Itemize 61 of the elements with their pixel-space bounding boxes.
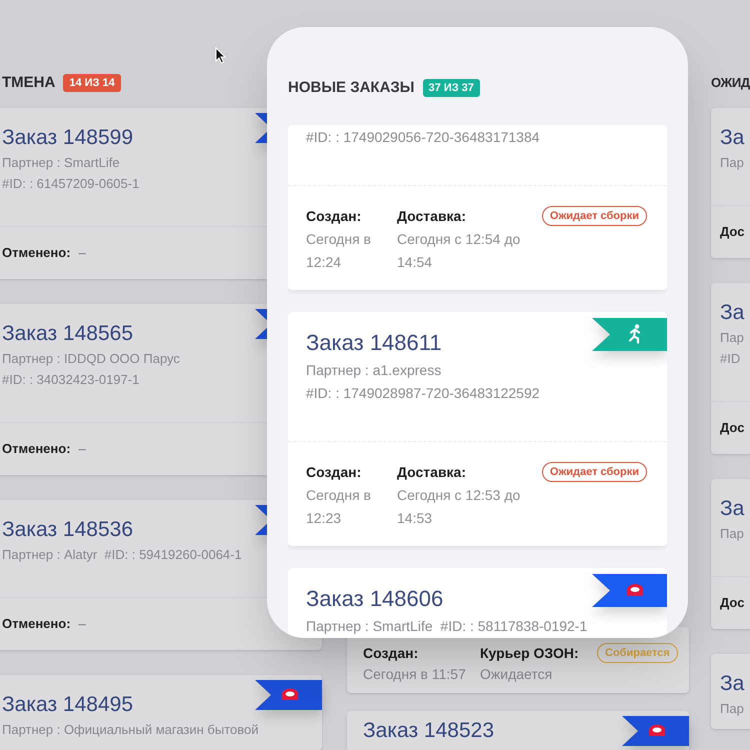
order-title: За <box>720 496 744 522</box>
status-badge: Ожидает сборки <box>542 206 647 226</box>
order-meta: Партнер : Alatyr #ID: : 59419260-0064-1 <box>2 546 243 564</box>
order-card[interactable]: Заказ 148495 Партнер : Официальный магазин бытовой <box>0 675 322 750</box>
running-person-icon <box>628 324 640 344</box>
status-badge: Собирается <box>597 643 678 663</box>
order-title: За <box>720 300 744 326</box>
disc-icon <box>627 584 643 596</box>
order-meta: #ID: : 34032423-0197-1 <box>2 371 140 389</box>
order-card[interactable]: За Пар #ID Дос <box>711 283 750 454</box>
field-value: Сегодня с 12:54 до 14:54 <box>397 230 522 272</box>
disc-icon <box>282 688 298 700</box>
field-label: Дос <box>720 223 744 242</box>
order-card[interactable]: За Пар Дос <box>711 108 750 258</box>
order-meta: Пар <box>720 700 745 718</box>
column-title: ТМЕНА <box>2 72 56 93</box>
status-badge: Ожидает сборки <box>542 462 647 482</box>
field-value: Ожидается <box>480 665 554 684</box>
field-label: Отменено: <box>2 440 71 458</box>
field-label: Дос <box>720 419 744 438</box>
field-label: Дос <box>720 594 744 612</box>
order-meta: #ID: : 61457209-0605-1 <box>2 175 140 193</box>
field-value: Сегодня в 11:57 <box>363 665 467 684</box>
order-meta: Партнер : Официальный магазин бытовой <box>2 721 260 739</box>
order-card[interactable]: Заказ 148606 Партнер : SmartLife #ID: : 58117838-0192-1 <box>288 568 667 638</box>
field-label: Доставка: <box>397 207 468 226</box>
order-meta: #ID <box>720 350 742 368</box>
column-title: ОЖИД <box>711 74 750 92</box>
count-badge: 37 ИЗ 37 <box>422 79 480 97</box>
field-label: Доставка: <box>397 463 468 482</box>
ribbon-flag <box>622 716 689 746</box>
field-value: – <box>78 615 86 634</box>
order-title: Заказ 148599 <box>2 125 133 151</box>
order-meta: Пар <box>720 154 745 172</box>
order-meta: Партнер : IDDQD ООО Парус <box>2 350 181 368</box>
column-title: НОВЫЕ ЗАКАЗЫ <box>288 78 414 98</box>
ribbon-flag <box>255 680 322 710</box>
order-title: Заказ 148565 <box>2 321 133 347</box>
order-title: Заказ 148523 <box>363 718 494 744</box>
field-value: – <box>78 244 86 262</box>
field-value: – <box>78 440 86 458</box>
order-title: Заказ 148536 <box>2 517 133 543</box>
mouse-cursor-icon <box>215 47 226 64</box>
field-label: Создан: <box>363 644 420 663</box>
field-label: Отменено: <box>2 615 71 634</box>
order-meta: Пар <box>720 329 745 347</box>
order-meta: Пар <box>720 525 745 543</box>
disc-icon <box>649 724 665 736</box>
count-badge: 14 ИЗ 14 <box>63 74 121 92</box>
order-card[interactable]: #ID: : 1749029056-720-36483171384 Создан: Сегодня в 12:24 Доставка: Сегодня с 12:54 до 14:54 Ожидает сборки <box>288 125 667 290</box>
order-card[interactable]: За Пар <box>711 654 750 729</box>
order-title: За <box>720 125 744 151</box>
order-meta: Партнер : SmartLife <box>2 154 121 172</box>
order-title: За <box>720 671 744 697</box>
field-value: Сегодня с 12:53 до 14:53 <box>397 486 522 528</box>
field-label: Отменено: <box>2 244 71 262</box>
order-card[interactable]: За Пар Дос <box>711 479 750 629</box>
order-title: Заказ 148495 <box>2 692 133 718</box>
field-label: Курьер ОЗОН: <box>480 644 580 663</box>
order-card[interactable]: Заказ 148523 <box>347 711 689 750</box>
order-card[interactable]: Заказ 148611 Партнер : a1.express #ID: : 1749028987-720-36483122592 Создан: Сегодня в 12:23 Доставка: Сегодня с 12:53 до 14:53 Ожидает сборки <box>288 312 667 546</box>
